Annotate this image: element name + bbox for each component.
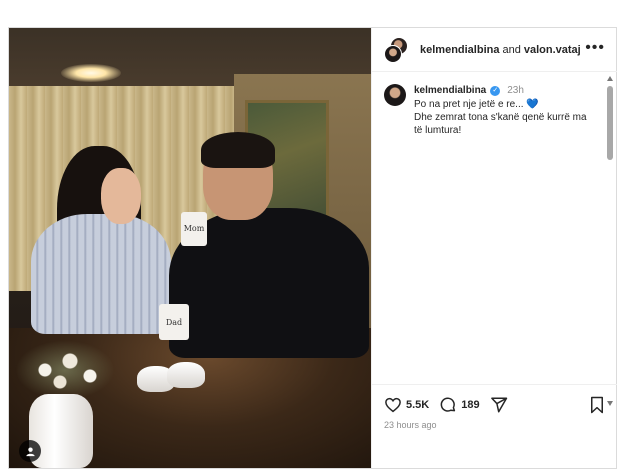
scroll-up-arrow-icon[interactable] <box>607 76 613 81</box>
photo-flowers <box>15 340 115 400</box>
user-icon <box>25 446 35 456</box>
photo-man-hair <box>201 132 275 168</box>
tagged-users-button[interactable] <box>19 440 41 462</box>
caption-username[interactable]: kelmendialbina <box>414 84 486 97</box>
comment-button[interactable]: 189 <box>439 396 480 414</box>
collab-avatars[interactable] <box>384 36 410 63</box>
verified-badge-icon: ✓ <box>490 85 501 96</box>
dad-mug: Dad <box>159 304 189 340</box>
post-modal: Mom Dad kelmendialbina and valon.vataj •… <box>8 27 617 469</box>
caption-body: kelmendialbina ✓ 23h Po na pret nje jetë… <box>414 84 587 137</box>
blue-heart-emoji: 💙 <box>526 99 539 110</box>
more-horizontal-icon: ••• <box>585 39 605 56</box>
post-actions: 5.5K 189 <box>372 384 617 424</box>
post-timestamp[interactable]: 23 hours ago <box>384 420 437 430</box>
post-side-panel: kelmendialbina and valon.vataj ••• kelme… <box>371 28 617 468</box>
post-authors: kelmendialbina and valon.vataj <box>420 44 581 56</box>
caption-line-2: Dhe zemrat tona s'kanë qenë kurrë ma të … <box>414 112 587 136</box>
comment-icon <box>440 397 456 412</box>
heart-icon <box>385 397 401 412</box>
author-link-1[interactable]: kelmendialbina <box>420 44 499 56</box>
caption-header: kelmendialbina ✓ 23h <box>414 84 587 97</box>
comments-scrollbar[interactable] <box>606 76 614 406</box>
save-button[interactable] <box>589 396 605 419</box>
photo-woman-face <box>101 168 141 224</box>
like-count[interactable]: 5.5K <box>406 399 429 411</box>
comment-count[interactable]: 189 <box>461 399 479 411</box>
more-options-button[interactable]: ••• <box>585 39 605 56</box>
caption-line-1: Po na pret nje jetë e re... <box>414 99 524 110</box>
bookmark-icon <box>591 396 603 414</box>
photo-woman-shirt <box>31 214 171 334</box>
scroll-thumb[interactable] <box>607 86 613 160</box>
mom-mug: Mom <box>181 212 207 246</box>
post-photo[interactable]: Mom Dad <box>9 28 371 468</box>
like-button[interactable]: 5.5K <box>384 396 429 414</box>
send-icon <box>490 397 507 412</box>
share-button[interactable] <box>490 396 508 414</box>
caption-avatar[interactable] <box>384 84 406 106</box>
author-conjunction: and <box>502 43 521 56</box>
avatar <box>384 44 402 63</box>
caption-text: Po na pret nje jetë e re... 💙 Dhe zemrat… <box>414 98 587 137</box>
post-header: kelmendialbina and valon.vataj ••• <box>372 28 617 72</box>
caption-comment: kelmendialbina ✓ 23h Po na pret nje jetë… <box>384 84 604 137</box>
baby-shoe-right <box>167 362 205 388</box>
photo-ceiling-lamp <box>61 64 121 82</box>
author-link-2[interactable]: valon.vataj <box>524 44 581 56</box>
caption-time[interactable]: 23h <box>507 84 524 97</box>
